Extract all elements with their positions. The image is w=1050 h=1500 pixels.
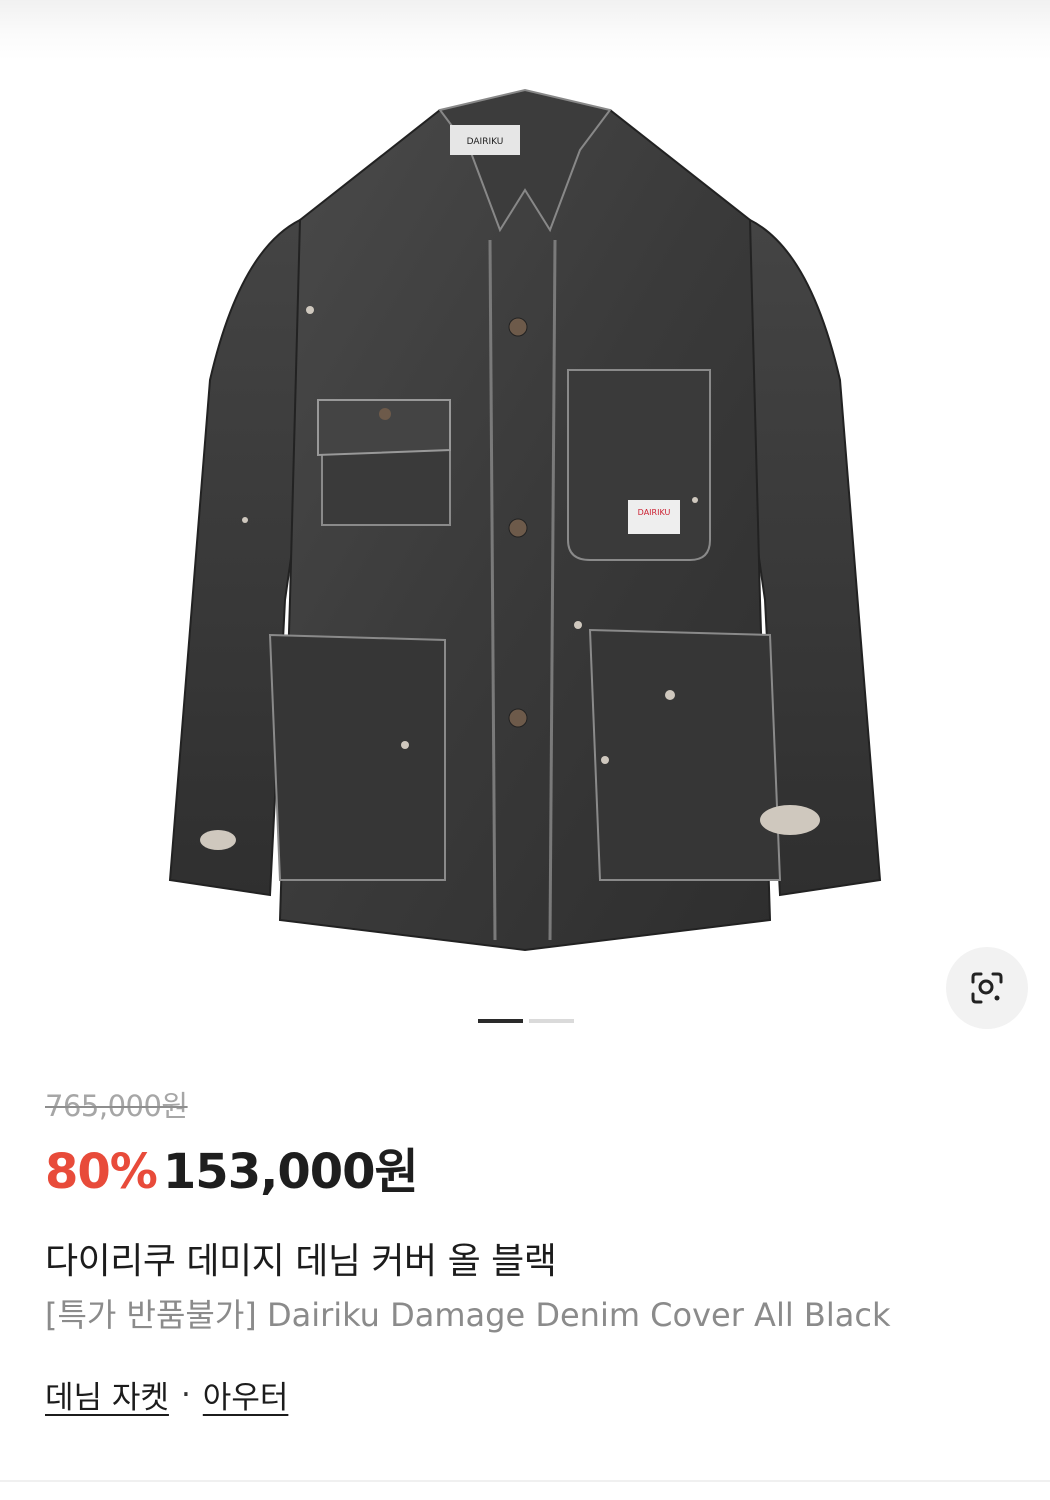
category-link-outer[interactable]: 아우터 bbox=[203, 1372, 289, 1417]
product-subtitle: [특가 반품불가] Dairiku Damage Denim Cover All… bbox=[45, 1296, 891, 1334]
svg-text:DAIRIKU: DAIRIKU bbox=[638, 508, 671, 517]
discount-rate: 80% bbox=[45, 1144, 158, 1200]
lens-search-button[interactable] bbox=[946, 947, 1028, 1029]
divider bbox=[0, 1480, 1050, 1482]
lens-search-icon bbox=[971, 972, 1003, 1004]
carousel-indicator bbox=[478, 1019, 574, 1023]
carousel-dot[interactable] bbox=[529, 1019, 574, 1023]
svg-text:DAIRIKU: DAIRIKU bbox=[467, 137, 504, 147]
category-separator: · bbox=[180, 1376, 191, 1413]
product-image-gallery[interactable]: DAIRIKU DAIRIKU bbox=[0, 0, 1050, 1040]
product-detail-page: DAIRIKU DAIRIKU 765,000원 80% 153,000원 다이… bbox=[0, 0, 1050, 1500]
sale-price: 153,000원 bbox=[162, 1144, 419, 1200]
category-breadcrumb: 데님 자켓 · 아우터 bbox=[45, 1372, 288, 1417]
carousel-dot-active[interactable] bbox=[478, 1019, 523, 1023]
product-title: 다이리쿠 데미지 데님 커버 올 블랙 bbox=[45, 1241, 557, 1282]
product-image: DAIRIKU DAIRIKU bbox=[168, 88, 882, 952]
original-price: 765,000원 bbox=[45, 1089, 188, 1123]
price-row: 80% 153,000원 bbox=[45, 1132, 419, 1202]
category-link-denim-jacket[interactable]: 데님 자켓 bbox=[45, 1372, 169, 1417]
